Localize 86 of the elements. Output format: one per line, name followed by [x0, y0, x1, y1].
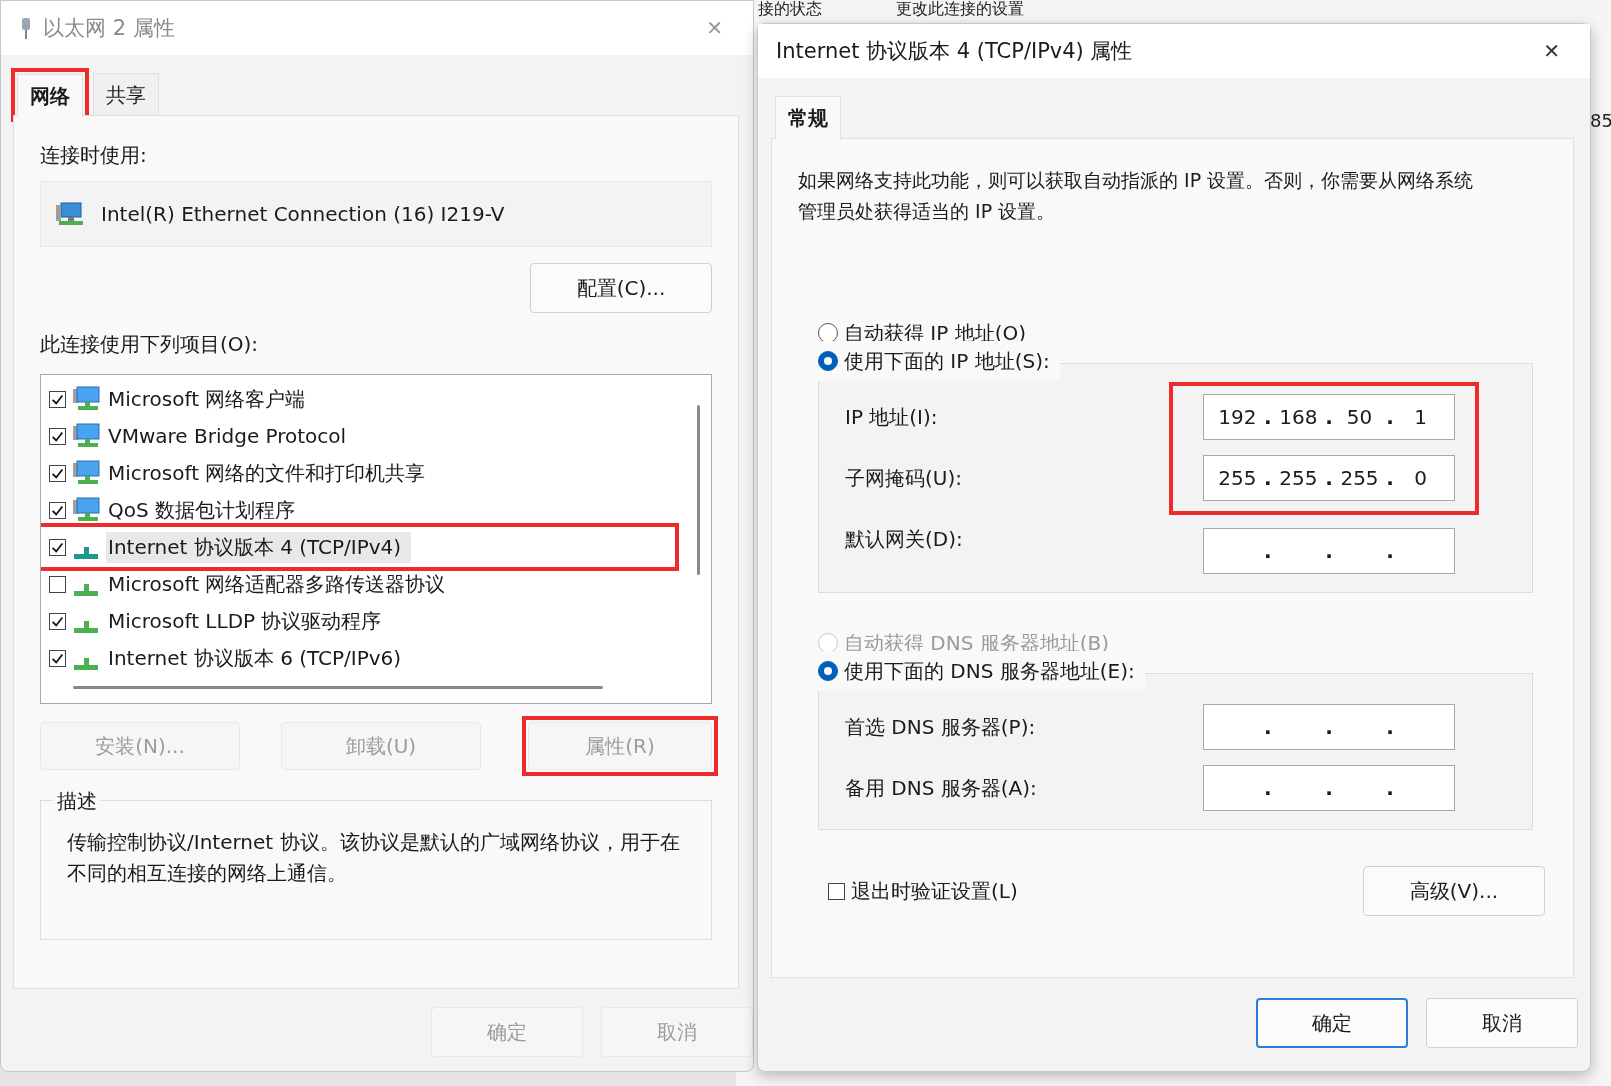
dot-separator: . [1325, 539, 1333, 563]
field-label: 子网掩码(U): [845, 465, 963, 492]
dot-separator: . [1386, 776, 1394, 800]
octet-text: 1 [1413, 405, 1428, 429]
network-adapter-icon [55, 201, 85, 227]
ip-address-field[interactable]: . . . [1203, 704, 1455, 750]
checkbox[interactable] [828, 882, 845, 900]
dot-separator: . [1325, 405, 1333, 429]
dot-separator: . [1325, 715, 1333, 739]
tab[interactable]: 常规 [775, 96, 841, 139]
configure-button[interactable]: 配置(C)... [530, 263, 712, 313]
dot-separator: . [1386, 715, 1394, 739]
checkbox[interactable] [49, 427, 66, 445]
radio-button[interactable] [818, 351, 838, 371]
dialog-button[interactable]: 取消 [1426, 998, 1578, 1048]
checkbox[interactable] [49, 501, 66, 519]
network-protocol-icon [74, 658, 98, 670]
network-protocol-icon [74, 547, 98, 559]
ip-address-field[interactable]: 255 . 255 . 255 . 0 [1203, 455, 1455, 501]
dot-separator: . [1325, 466, 1333, 490]
ip-address-field[interactable]: . . . [1203, 528, 1455, 574]
checkbox[interactable] [49, 612, 66, 630]
dot-separator: . [1264, 715, 1272, 739]
octet-text: 0 [1413, 466, 1428, 490]
window-text: 接的状态 [758, 0, 822, 18]
list-item[interactable]: Microsoft 网络适配器多路传送器协议 [106, 568, 456, 600]
octet-text: 255 [1339, 466, 1380, 490]
checkbox[interactable] [49, 390, 66, 408]
checkbox[interactable] [49, 464, 66, 482]
octet-text: 255 [1278, 466, 1319, 490]
description-text: 传输控制协议/Internet 协议。该协议是默认的广域网络协议，用于在不同的相互连接的网络上通信。 [67, 829, 681, 887]
network-service-icon [72, 460, 100, 486]
field-label: IP 地址(I): [845, 404, 939, 431]
field-label: 首选 DNS 服务器(P): [845, 714, 1037, 741]
dot-separator: . [1325, 776, 1333, 800]
window-title: 以太网 2 属性 [43, 15, 176, 42]
intro-text: 如果网络支持此功能，则可以获取自动指派的 IP 设置。否则，你需要从网络系统管理员处获得适当的 IP 设置。 [798, 168, 1475, 224]
dot-separator: . [1264, 776, 1272, 800]
checkbox[interactable] [49, 538, 66, 556]
ip-address-field[interactable]: . . . [1203, 765, 1455, 811]
radio-button[interactable] [818, 323, 838, 343]
tab[interactable]: 网络 [17, 74, 83, 117]
dot-separator: . [1386, 539, 1394, 563]
adapter-name: Intel(R) Ethernet Connection (16) I219-V [101, 202, 505, 226]
checkbox-label: 退出时验证设置(L) [851, 877, 1018, 905]
octet-text: 255 [1217, 466, 1258, 490]
network-protocol-icon [74, 584, 98, 596]
scrollbar[interactable] [73, 686, 603, 689]
plug-icon [19, 17, 33, 39]
list-item[interactable]: Microsoft 网络客户端 [106, 383, 316, 415]
scrollbar[interactable] [697, 405, 701, 575]
list-item[interactable]: Internet 协议版本 4 (TCP/IPv4) [106, 531, 412, 563]
close-button[interactable]: ✕ [1531, 35, 1572, 67]
section-label: 此连接使用下列项目(O): [40, 331, 260, 358]
section-label: 连接时使用: [40, 142, 148, 169]
radio-button[interactable] [818, 661, 838, 681]
tab[interactable]: 共享 [93, 73, 159, 116]
octet-text: 192 [1217, 405, 1258, 429]
octet-text: 168 [1278, 405, 1319, 429]
dot-separator: . [1386, 466, 1394, 490]
list-item[interactable]: Internet 协议版本 6 (TCP/IPv6) [106, 642, 412, 674]
dot-separator: . [1386, 405, 1394, 429]
window-title: Internet 协议版本 4 (TCP/IPv4) 属性 [776, 38, 1134, 65]
radio-label: 使用下面的 IP 地址(S): [844, 347, 1050, 375]
advanced-button[interactable]: 高级(V)... [1363, 866, 1545, 916]
list-item[interactable]: Microsoft 网络的文件和打印机共享 [106, 457, 436, 489]
network-service-icon [72, 423, 100, 449]
radio-label: 使用下面的 DNS 服务器地址(E): [844, 657, 1135, 685]
dot-separator: . [1264, 539, 1272, 563]
checkbox[interactable] [49, 575, 66, 593]
window-text: 85 [1590, 110, 1611, 132]
dot-separator: . [1264, 466, 1272, 490]
list-item[interactable]: Microsoft LLDP 协议驱动程序 [106, 605, 392, 637]
list-item[interactable]: VMware Bridge Protocol [106, 422, 357, 450]
dot-separator: . [1264, 405, 1272, 429]
network-service-icon [72, 386, 100, 412]
network-protocol-icon [74, 621, 98, 633]
octet-text: 50 [1345, 405, 1374, 429]
checkbox[interactable] [49, 649, 66, 667]
window-text: 更改此连接的设置 [896, 0, 1024, 18]
field-label: 默认网关(D): [845, 526, 964, 553]
dialog-button[interactable]: 确定 [1256, 998, 1408, 1048]
ip-address-field[interactable]: 192 . 168 . 50 . 1 [1203, 394, 1455, 440]
field-label: 备用 DNS 服务器(A): [845, 775, 1038, 802]
network-service-icon [72, 497, 100, 523]
list-item[interactable]: QoS 数据包计划程序 [106, 494, 306, 526]
